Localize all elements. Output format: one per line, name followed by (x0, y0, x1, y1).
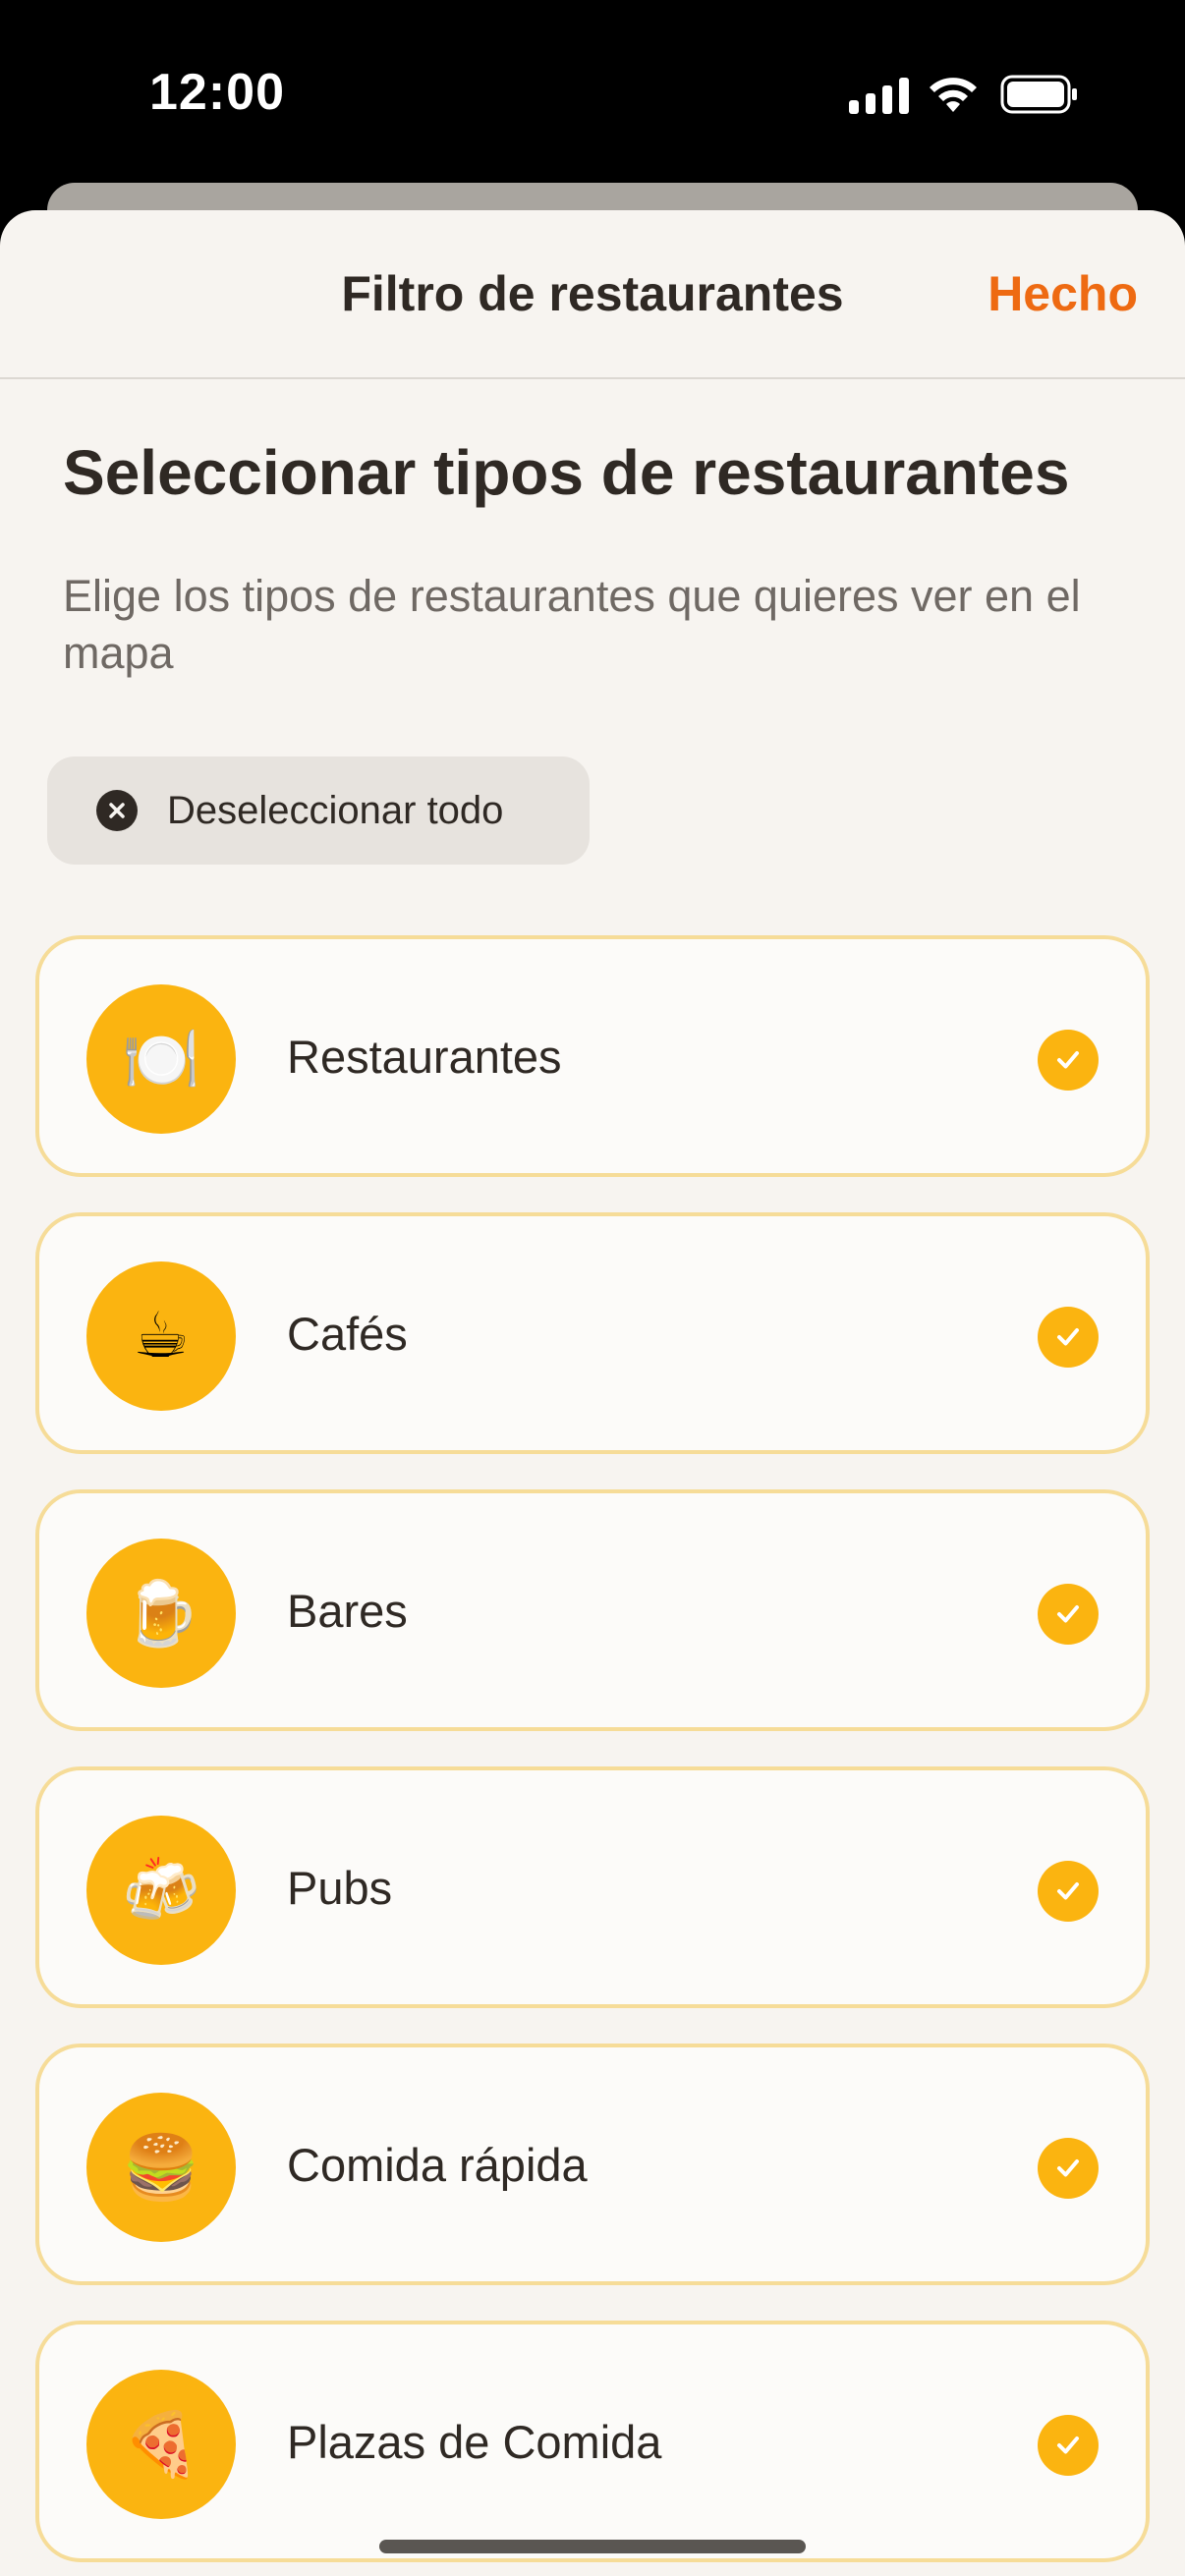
category-item-plazas-de-comida[interactable]: 🍕 Plazas de Comida (35, 2321, 1150, 2562)
close-circle-icon (96, 790, 138, 831)
category-label: Pubs (287, 1862, 393, 1914)
category-item-bares[interactable]: 🍺 Bares (35, 1489, 1150, 1731)
plate-cutlery-icon: 🍽️ (86, 984, 236, 1134)
burger-icon: 🍔 (86, 2093, 236, 2242)
section-subtitle: Elige los tipos de restaurantes que quie… (63, 571, 1081, 678)
checkmark-icon (1038, 2138, 1099, 2199)
cellular-signal-icon (849, 77, 909, 114)
wifi-icon (930, 78, 977, 112)
category-item-cafes[interactable]: ☕ Cafés (35, 1212, 1150, 1454)
clinking-beers-icon: 🍻 (86, 1816, 236, 1965)
pizza-icon: 🍕 (86, 2370, 236, 2519)
deselect-all-button[interactable]: Deseleccionar todo (47, 756, 590, 865)
category-label: Restaurantes (287, 1031, 562, 1083)
home-indicator[interactable] (379, 2540, 806, 2553)
checkmark-icon (1038, 1861, 1099, 1922)
checkmark-icon (1038, 1030, 1099, 1091)
category-item-comida-rapida[interactable]: 🍔 Comida rápida (35, 2044, 1150, 2285)
category-item-pubs[interactable]: 🍻 Pubs (35, 1766, 1150, 2008)
filter-sheet: Filtro de restaurantes Hecho Seleccionar… (0, 210, 1185, 2576)
done-button[interactable]: Hecho (988, 265, 1138, 322)
category-item-restaurantes[interactable]: 🍽️ Restaurantes (35, 935, 1150, 1177)
section-heading: Seleccionar tipos de restaurantes (63, 437, 1070, 508)
checkmark-icon (1038, 1584, 1099, 1645)
coffee-cup-icon: ☕ (86, 1261, 236, 1411)
category-label: Cafés (287, 1308, 408, 1360)
deselect-all-label: Deseleccionar todo (167, 788, 504, 832)
status-time: 12:00 (149, 64, 285, 121)
navigation-bar: Filtro de restaurantes Hecho (0, 210, 1185, 379)
category-label: Plazas de Comida (287, 2416, 662, 2468)
status-bar: 12:00 (0, 0, 1185, 187)
category-label: Bares (287, 1585, 408, 1637)
checkmark-icon (1038, 2415, 1099, 2476)
category-label: Comida rápida (287, 2139, 588, 2191)
battery-icon (1000, 75, 1077, 114)
checkmark-icon (1038, 1307, 1099, 1368)
category-list: 🍽️ Restaurantes ☕ Cafés 🍺 Bares 🍻 Pubs 🍔… (35, 935, 1150, 2576)
beer-mug-icon: 🍺 (86, 1539, 236, 1688)
